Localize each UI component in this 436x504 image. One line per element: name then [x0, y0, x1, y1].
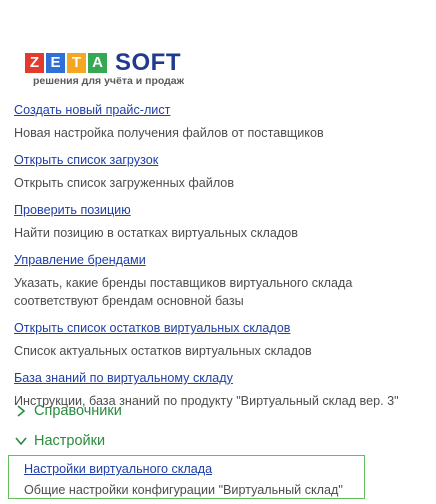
knowledge-base-link[interactable]: База знаний по виртуальному складу [14, 370, 233, 386]
logo-letter-a: A [88, 53, 107, 73]
logo-word: SOFT [115, 49, 181, 76]
open-stock-list-link[interactable]: Открыть список остатков виртуальных скла… [14, 320, 290, 336]
list-item: Создать новый прайс-лист Новая настройка… [0, 101, 436, 141]
chevron-down-icon [15, 437, 27, 446]
item-description: Общие настройки конфигурации "Виртуальны… [24, 483, 343, 497]
open-uploads-link[interactable]: Открыть список загрузок [14, 152, 158, 168]
logo-letter-z: Z [25, 53, 44, 73]
check-position-link[interactable]: Проверить позицию [14, 202, 131, 218]
list-item: Управление брендами Указать, какие бренд… [0, 251, 436, 309]
group-label: Настройки [34, 433, 106, 449]
logo-tagline: решения для учёта и продаж [33, 75, 185, 87]
item-description: Список актуальных остатков виртуальных с… [14, 344, 312, 358]
manage-brands-link[interactable]: Управление брендами [14, 252, 146, 268]
logo-letter-t: T [67, 53, 86, 73]
group-label: Справочники [34, 403, 122, 419]
actions-list: Создать новый прайс-лист Новая настройка… [0, 101, 436, 409]
create-price-list-link[interactable]: Создать новый прайс-лист [14, 102, 170, 118]
item-description-line2: соответствуют брендам основной базы [14, 294, 244, 308]
item-description: Новая настройка получения файлов от пост… [14, 126, 324, 140]
group-references[interactable]: Справочники [14, 403, 122, 419]
selected-settings-item[interactable]: Настройки виртуального склада Общие наст… [8, 455, 365, 499]
group-settings[interactable]: Настройки [14, 433, 105, 449]
list-item: Открыть список загрузок Открыть список з… [0, 151, 436, 191]
zetasoft-logo: Z E T A SOFT решения для учёта и продаж [25, 49, 205, 87]
virtual-warehouse-settings-link[interactable]: Настройки виртуального склада [24, 461, 212, 477]
logo-letters: Z E T A [25, 53, 107, 73]
item-description: Указать, какие бренды поставщиков виртуа… [14, 276, 353, 290]
item-description: Найти позицию в остатках виртуальных скл… [14, 226, 298, 240]
chevron-right-icon [17, 405, 26, 417]
logo-letter-e: E [46, 53, 65, 73]
list-item: Проверить позицию Найти позицию в остатк… [0, 201, 436, 241]
list-item: Открыть список остатков виртуальных скла… [0, 319, 436, 359]
item-description: Открыть список загруженных файлов [14, 176, 235, 190]
